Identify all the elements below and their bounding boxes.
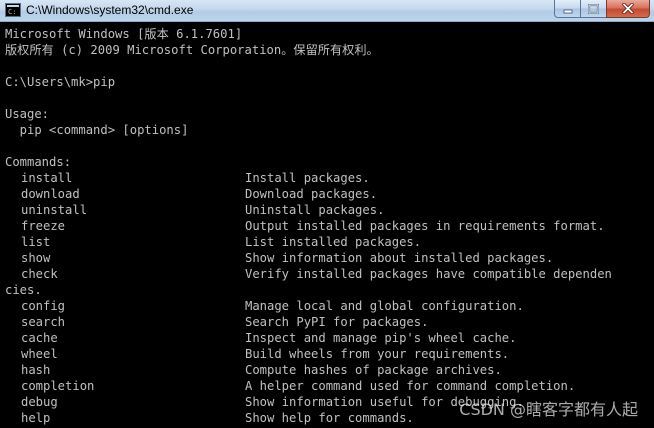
command-name: wheel (21, 347, 58, 361)
command-description: Install packages. (245, 171, 370, 185)
command-description: A helper command used for command comple… (245, 379, 576, 393)
commands-label: Commands: (5, 155, 72, 169)
command-name: check (21, 267, 58, 281)
command-name: download (21, 187, 80, 201)
maximize-button[interactable] (580, 0, 606, 18)
usage-text: pip <command> [options] (5, 123, 189, 137)
window-controls (554, 0, 650, 18)
cmd-console-icon[interactable]: C: (5, 3, 21, 17)
minimize-button[interactable] (554, 0, 580, 18)
cmd-window: C: C:\Windows\system32\cmd.exe Microsoft… (0, 0, 654, 428)
wrapped-text-continuation: cies. (5, 283, 42, 297)
close-button[interactable] (606, 0, 650, 18)
command-description: Show information about installed package… (245, 251, 554, 265)
minimize-icon (563, 9, 572, 13)
command-description: Search PyPI for packages. (245, 315, 429, 329)
command-description: Compute hashes of package archives. (245, 363, 502, 377)
command-description: Build wheels from your requirements. (245, 347, 510, 361)
window-title: C:\Windows\system32\cmd.exe (26, 3, 194, 17)
command-name: hash (21, 363, 51, 377)
command-name: show (21, 251, 51, 265)
usage-label: Usage: (5, 107, 50, 121)
svg-text:C:: C: (8, 8, 16, 15)
csdn-watermark: CSDN @瞎客字都有人起 (459, 400, 638, 419)
command-name: debug (21, 395, 58, 409)
close-icon (622, 3, 634, 14)
maximize-icon (588, 3, 599, 14)
command-prompt: C:\Users\mk>pip (5, 75, 116, 89)
command-name: install (21, 171, 73, 185)
command-description: Output installed packages in requirement… (245, 219, 605, 233)
command-description: Inspect and manage pip's wheel cache. (245, 331, 517, 345)
command-description: Show help for commands. (245, 411, 414, 425)
command-description: Verify installed packages have compatibl… (245, 267, 612, 281)
command-name: config (21, 299, 66, 313)
command-name: completion (21, 379, 95, 393)
title-bar[interactable]: C: C:\Windows\system32\cmd.exe (0, 0, 654, 22)
console-output[interactable]: Microsoft Windows [版本 6.1.7601] 版权所有 (c)… (0, 22, 654, 428)
command-name: cache (21, 331, 58, 345)
os-version-line: Microsoft Windows [版本 6.1.7601] (5, 27, 243, 41)
command-description: Uninstall packages. (245, 203, 385, 217)
command-name: list (21, 235, 51, 249)
command-name: search (21, 315, 66, 329)
command-name: help (21, 411, 51, 425)
command-description: Download packages. (245, 187, 378, 201)
command-name: freeze (21, 219, 66, 233)
command-description: List installed packages. (245, 235, 422, 249)
command-name: uninstall (21, 203, 88, 217)
copyright-line: 版权所有 (c) 2009 Microsoft Corporation。保留所有… (5, 43, 379, 57)
command-description: Manage local and global configuration. (245, 299, 524, 313)
